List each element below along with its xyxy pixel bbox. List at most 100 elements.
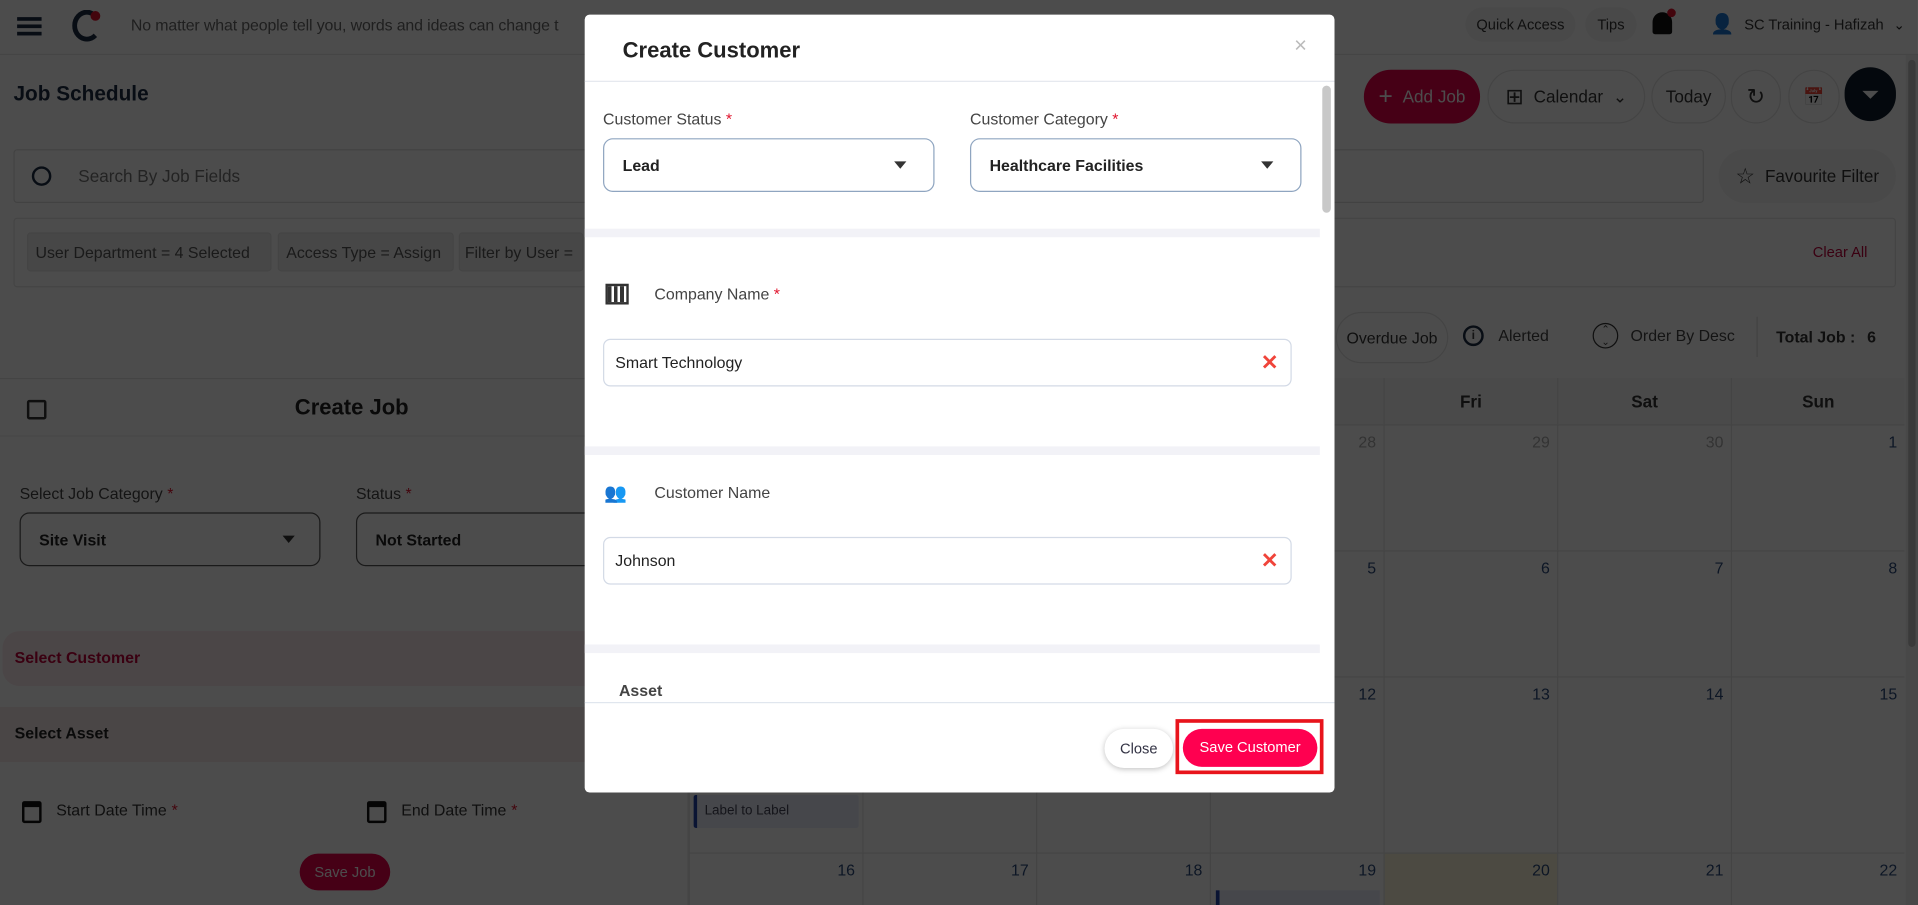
search-icon <box>31 166 52 186</box>
date-number: 5 <box>1367 558 1377 578</box>
job-category-select[interactable]: Site Visit <box>19 512 321 567</box>
close-icon[interactable]: × <box>1294 33 1307 59</box>
quick-access-button[interactable]: Quick Access <box>1465 7 1576 42</box>
calendar-day-cell[interactable]: 30 <box>1557 424 1731 551</box>
end-date-field[interactable]: End Date Time * <box>366 801 517 824</box>
date-number: 14 <box>1705 684 1724 704</box>
date-number: 28 <box>1358 432 1377 452</box>
logo-dot <box>90 11 101 21</box>
quote-text: No matter what people tell you, words an… <box>130 15 559 35</box>
sort-icon: ⌃ ⌄ <box>1592 322 1619 349</box>
create-customer-modal: Create Customer × Customer Status * Lead… <box>584 14 1335 793</box>
calendar-day-cell[interactable]: 29 <box>1383 424 1558 551</box>
clear-all-link[interactable]: Clear All <box>1813 243 1868 260</box>
filter-chip[interactable]: Filter by User = <box>458 232 584 272</box>
create-job-title: Create Job <box>294 395 409 420</box>
date-number: 30 <box>1705 432 1724 452</box>
chevron-down-icon: ⌄ <box>1893 17 1905 33</box>
calendar-icon: 📅 <box>1803 86 1825 106</box>
star-icon: ☆ <box>1735 163 1756 188</box>
event-label: Label to Label <box>704 803 790 819</box>
menu-icon[interactable] <box>17 17 42 36</box>
user-menu[interactable]: 👤 SC Training - Hafizah ⌄ <box>1703 7 1905 41</box>
grid-icon: ⊞ <box>1505 83 1524 109</box>
expand-icon[interactable] <box>26 399 47 420</box>
filter-icon: ⏷ <box>1861 81 1880 106</box>
calendar-day-header: Fri <box>1383 377 1558 425</box>
calendar-event[interactable] <box>1215 890 1380 905</box>
customer-status-label: Customer Status * <box>603 110 733 129</box>
refresh-button[interactable]: ↻ <box>1730 69 1781 124</box>
date-number: 29 <box>1532 432 1550 452</box>
favourite-filter-button[interactable]: ☆ Favourite Filter <box>1718 149 1896 204</box>
calendar-event[interactable]: Label to Label <box>693 794 859 828</box>
today-button[interactable]: Today <box>1651 69 1726 124</box>
save-job-button[interactable]: Save Job <box>299 853 391 891</box>
date-number: 22 <box>1879 860 1898 880</box>
filter-button[interactable]: ⏷ <box>1844 67 1896 122</box>
clear-icon[interactable]: ✕ <box>1261 350 1278 374</box>
modal-title: Create Customer <box>622 37 801 63</box>
date-number: 21 <box>1705 860 1724 880</box>
calendar-day-cell[interactable]: 7 <box>1557 550 1731 677</box>
divider <box>1756 316 1758 358</box>
clear-icon[interactable]: ✕ <box>1261 549 1278 573</box>
building-icon <box>605 283 629 305</box>
tips-button[interactable]: Tips <box>1585 7 1637 42</box>
filter-chip[interactable]: Access Type = Assign <box>277 232 454 272</box>
calendar-day-cell[interactable]: 14 <box>1557 676 1731 853</box>
calendar-day-cell[interactable]: 18 <box>1036 852 1210 905</box>
refresh-icon: ↻ <box>1746 83 1766 109</box>
status-label: Status * <box>355 484 412 503</box>
search-input[interactable] <box>78 157 544 195</box>
view-select[interactable]: ⊞ Calendar ⌄ <box>1487 69 1646 124</box>
calendar-day-header: Sun <box>1730 377 1905 425</box>
calendar-day-cell[interactable]: 1 <box>1730 424 1905 551</box>
customer-name-label: Customer Name <box>654 483 771 502</box>
calendar-day-header: Sat <box>1557 377 1731 425</box>
filter-chip[interactable]: User Department = 4 Selected <box>26 232 272 272</box>
calendar-day-cell[interactable]: 17 <box>862 852 1037 905</box>
calendar-icon <box>22 801 42 824</box>
date-number: 13 <box>1532 684 1550 704</box>
customer-category-label: Customer Category * <box>969 110 1119 129</box>
customer-status-select[interactable]: Lead <box>603 138 935 193</box>
page-title: Job Schedule <box>13 81 149 106</box>
job-category-label: Select Job Category * <box>19 484 174 503</box>
date-number: 1 <box>1888 432 1898 452</box>
close-button[interactable]: Close <box>1104 728 1174 769</box>
order-toggle[interactable]: ⌃ ⌄ Order By Desc <box>1592 322 1735 349</box>
calendar-day-cell[interactable]: 15 <box>1730 676 1905 853</box>
date-number: 15 <box>1879 684 1898 704</box>
date-number: 17 <box>1011 860 1029 880</box>
calendar-day-cell[interactable]: 16 <box>688 852 863 905</box>
people-icon: 👥 <box>604 483 628 504</box>
date-number: 6 <box>1540 558 1550 578</box>
page-scrollbar[interactable] <box>1905 55 1918 905</box>
calendar-day-cell[interactable]: 8 <box>1730 550 1905 677</box>
calendar-day-cell[interactable]: 21 <box>1557 852 1731 905</box>
calendar-day-cell[interactable]: 13 <box>1383 676 1558 853</box>
start-date-field[interactable]: Start Date Time * <box>22 801 178 824</box>
info-icon: i <box>1462 325 1484 347</box>
add-job-button[interactable]: + Add Job <box>1363 69 1481 124</box>
user-name: SC Training - Hafizah <box>1744 15 1884 34</box>
calendar-day-cell[interactable]: 22 <box>1730 852 1905 905</box>
calendar-day-cell[interactable]: 20 <box>1383 852 1558 905</box>
save-customer-button[interactable]: Save Customer <box>1182 728 1318 767</box>
date-picker-button[interactable]: 📅 <box>1788 69 1840 124</box>
date-number: 18 <box>1184 860 1203 880</box>
overdue-job-filter[interactable]: Overdue Job <box>1335 311 1449 364</box>
calendar-day-cell[interactable]: 6 <box>1383 550 1558 677</box>
total-job: Total Job : 6 <box>1776 327 1876 347</box>
user-icon: 👤 <box>1710 14 1735 36</box>
date-number: 20 <box>1532 860 1550 880</box>
customer-category-select[interactable]: Healthcare Facilities <box>969 138 1302 193</box>
alerted-filter[interactable]: i Alerted <box>1462 325 1549 347</box>
modal-scrollbar[interactable] <box>1322 85 1331 213</box>
company-name-input[interactable]: Smart Technology ✕ <box>603 338 1292 387</box>
plus-icon: + <box>1378 82 1393 110</box>
customer-name-input[interactable]: Johnson ✕ <box>603 536 1292 585</box>
date-number: 8 <box>1888 558 1898 578</box>
asset-label: Asset <box>618 681 663 700</box>
